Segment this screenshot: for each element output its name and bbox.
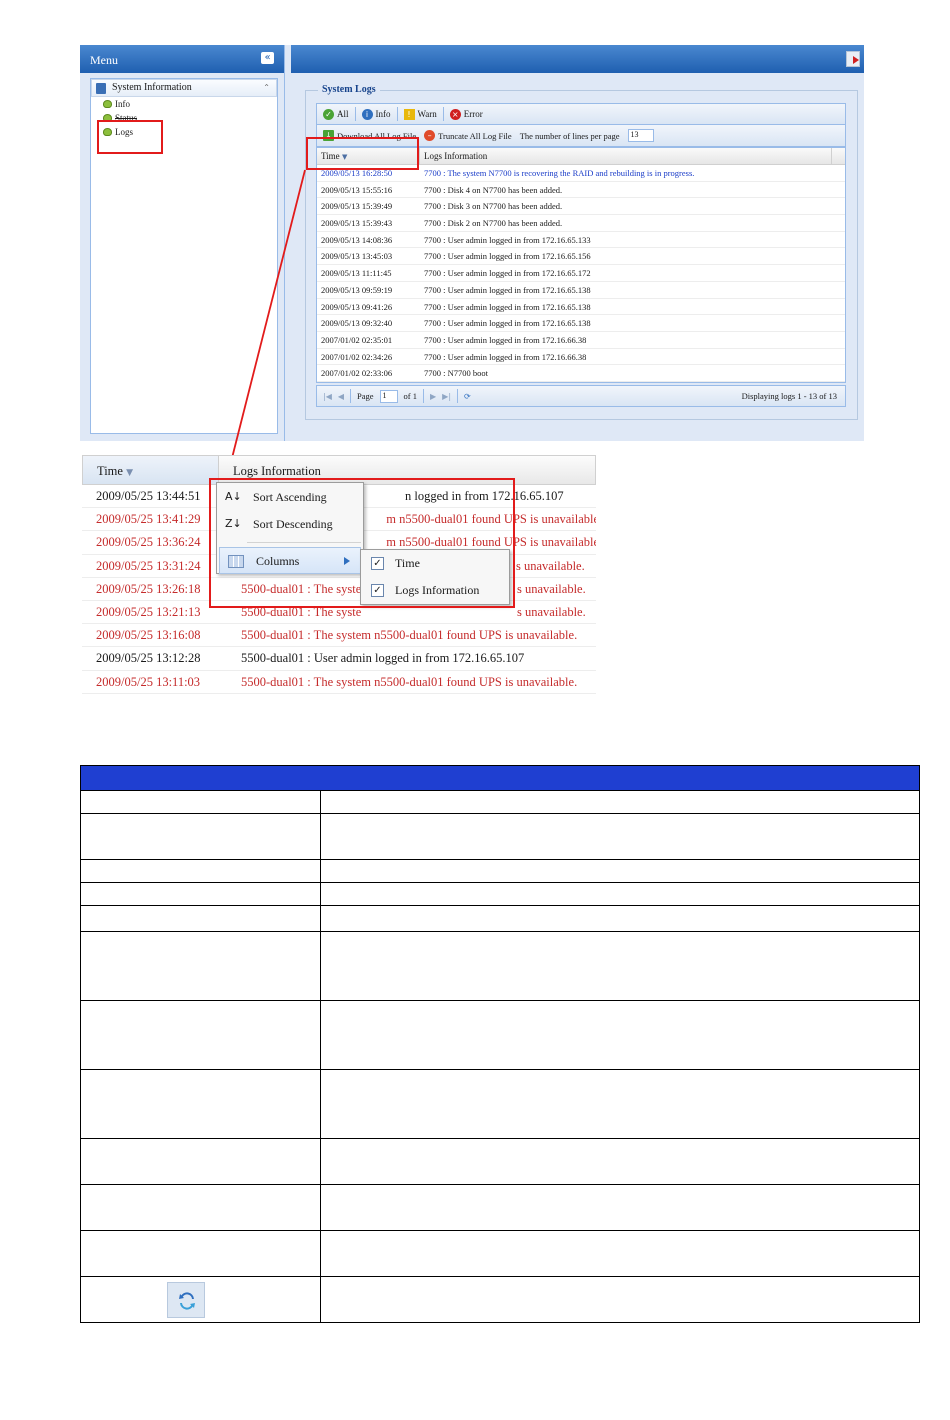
table-cell-term (80, 1069, 321, 1139)
log-info-cell: 5500-dual01 : The system n5500-dual01 fo… (241, 674, 578, 689)
zoom-log-row[interactable]: 2009/05/25 13:12:28 5500-dual01 : User ad… (82, 647, 596, 671)
table-body (80, 790, 920, 1323)
table-cell-description (320, 1230, 920, 1277)
log-info-tail: s unavailable. (517, 604, 586, 619)
zoom-time-column-header[interactable]: Time ▼ (83, 456, 219, 484)
log-time-cell: 2009/05/25 13:31:24 (96, 558, 201, 573)
table-cell-description (320, 790, 920, 814)
table-cell-term (80, 813, 321, 860)
table-cell-term (80, 905, 321, 932)
table-row (80, 790, 920, 814)
table-cell-description (320, 1000, 920, 1070)
description-table (80, 765, 920, 1323)
refresh-icon (167, 1281, 205, 1318)
log-time-cell: 2009/05/25 13:16:08 (96, 628, 201, 643)
table-cell-term (80, 1184, 321, 1231)
log-time-cell: 2009/05/25 13:21:13 (96, 604, 201, 619)
table-cell-term (80, 882, 321, 906)
table-cell-term (80, 1230, 321, 1277)
context-menu-highlight-box (209, 478, 515, 608)
table-cell-term (80, 1000, 321, 1070)
column-label: Time (97, 464, 123, 478)
log-time-cell: 2009/05/25 13:36:24 (96, 535, 201, 550)
table-row (80, 905, 920, 932)
table-row (80, 931, 920, 1001)
table-cell-description (320, 1184, 920, 1231)
table-cell-term (80, 790, 321, 814)
table-row (80, 1069, 920, 1139)
table-cell-description (320, 905, 920, 932)
table-cell-description (320, 931, 920, 1001)
log-time-cell: 2009/05/25 13:11:03 (96, 674, 201, 689)
table-cell-description (320, 1069, 920, 1139)
log-info-cell: 5500-dual01 : User admin logged in from … (241, 651, 525, 666)
log-info-cell: 5500-dual01 : The system n5500-dual01 fo… (241, 628, 578, 643)
zoom-log-row[interactable]: 2009/05/25 13:16:08 5500-dual01 : The sys… (82, 624, 596, 648)
table-cell-description (320, 813, 920, 860)
table-cell-term (80, 931, 321, 1001)
table-row (80, 813, 920, 860)
log-info-tail: s unavailable. (517, 581, 586, 596)
log-time-cell: 2009/05/25 13:44:51 (96, 489, 201, 503)
zoom-log-row[interactable]: 2009/05/25 13:11:03 5500-dual01 : The sys… (82, 671, 596, 694)
table-header-row (80, 765, 920, 791)
log-time-cell: 2009/05/25 13:12:28 (96, 651, 201, 666)
sort-down-icon: ▼ (126, 468, 133, 478)
table-row (80, 859, 920, 883)
table-header-cell (80, 765, 920, 791)
table-row (80, 1230, 920, 1277)
table-cell-description (320, 1138, 920, 1185)
table-cell-term (80, 1276, 321, 1323)
log-time-cell: 2009/05/25 13:26:18 (96, 581, 201, 596)
table-cell-term (80, 1138, 321, 1185)
table-row (80, 1276, 920, 1323)
table-row (80, 1184, 920, 1231)
table-cell-term (80, 859, 321, 883)
log-time-cell: 2009/05/25 13:41:29 (96, 512, 201, 527)
table-cell-description (320, 859, 920, 883)
table-row (80, 882, 920, 906)
table-cell-description (320, 882, 920, 906)
table-cell-description (320, 1276, 920, 1323)
table-row (80, 1138, 920, 1185)
table-row (80, 1000, 920, 1070)
